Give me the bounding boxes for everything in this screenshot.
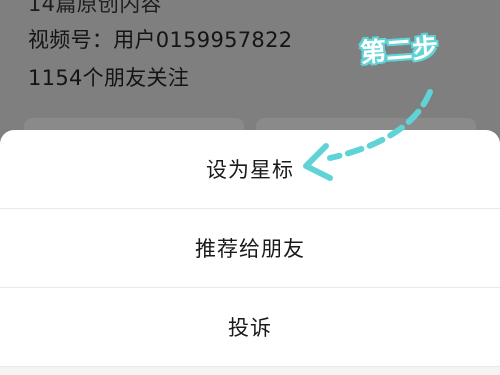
action-sheet: 设为星标 推荐给朋友 投诉 xyxy=(0,130,500,375)
original-content-count: 14篇原创内容 xyxy=(28,0,162,16)
set-star-button[interactable]: 设为星标 xyxy=(0,130,500,208)
report-button[interactable]: 投诉 xyxy=(0,288,500,366)
sheet-bottom-gap xyxy=(0,367,500,375)
video-account-id: 视频号：用户0159957822 xyxy=(28,28,293,52)
recommend-to-friend-button[interactable]: 推荐给朋友 xyxy=(0,209,500,287)
friends-following-count: 1154个朋友关注 xyxy=(28,66,190,90)
